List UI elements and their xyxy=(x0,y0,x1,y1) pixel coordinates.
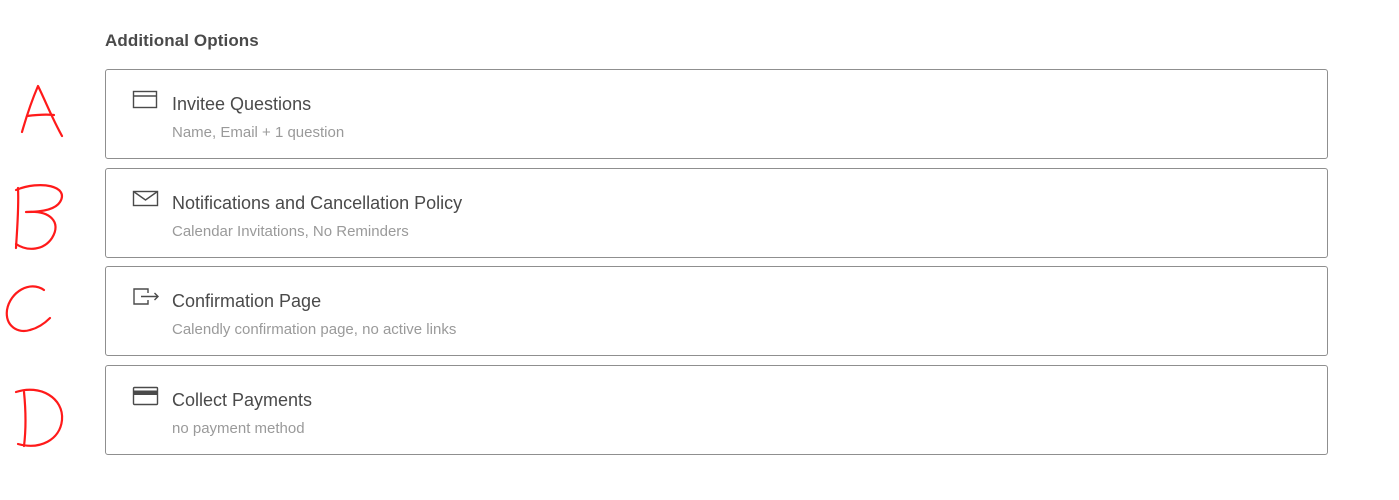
section-title: Additional Options xyxy=(105,31,259,50)
credit-card-icon xyxy=(132,385,160,407)
option-card-invitee-questions[interactable]: Invitee Questions Name, Email + 1 questi… xyxy=(105,69,1328,159)
handwritten-annotation-b xyxy=(0,178,90,268)
option-title: Collect Payments xyxy=(172,390,313,410)
handwritten-annotation-a xyxy=(0,78,90,168)
envelope-icon xyxy=(132,188,160,210)
additional-options-page: Additional Options Invitee Questions Nam… xyxy=(0,0,1399,500)
option-subtitle: Name, Email + 1 question xyxy=(172,124,345,141)
option-card-notifications[interactable]: Notifications and Cancellation Policy Ca… xyxy=(105,168,1328,258)
option-subtitle: no payment method xyxy=(172,420,305,437)
option-subtitle: Calendar Invitations, No Reminders xyxy=(172,223,409,240)
option-subtitle: Calendly confirmation page, no active li… xyxy=(172,321,457,338)
option-card-collect-payments[interactable]: Collect Payments no payment method xyxy=(105,365,1328,455)
option-title: Invitee Questions xyxy=(172,94,312,114)
option-card-confirmation-page[interactable]: Confirmation Page Calendly confirmation … xyxy=(105,266,1328,356)
handwritten-annotation-c xyxy=(0,276,90,366)
form-icon xyxy=(132,89,160,111)
option-title: Confirmation Page xyxy=(172,291,322,311)
handwritten-annotation-d xyxy=(0,378,90,468)
redirect-icon xyxy=(132,286,160,308)
option-title: Notifications and Cancellation Policy xyxy=(172,193,463,213)
